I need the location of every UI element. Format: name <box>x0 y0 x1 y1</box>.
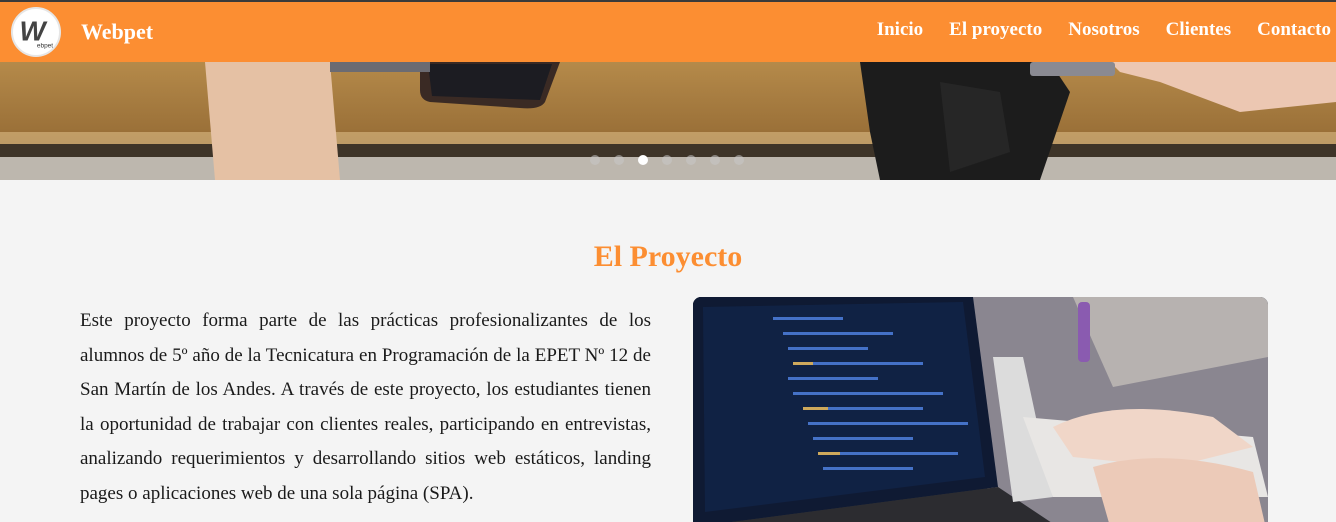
nav-link-clientes[interactable]: Clientes <box>1166 19 1231 41</box>
laptop-image <box>693 297 1268 522</box>
logo[interactable]: W ebpet <box>11 7 61 57</box>
top-border <box>0 0 1336 2</box>
nav-menu: Inicio El proyecto Nosotros Clientes Con… <box>877 19 1331 41</box>
logo-letter: W <box>19 15 48 46</box>
navbar: W ebpet Webpet Inicio El proyecto Nosotr… <box>0 2 1336 62</box>
brand-name[interactable]: Webpet <box>81 19 153 45</box>
carousel-dot[interactable] <box>686 155 696 165</box>
logo-icon: W ebpet <box>13 9 59 55</box>
nav-link-contacto[interactable]: Contacto <box>1257 19 1331 41</box>
carousel-indicators <box>590 155 744 165</box>
carousel-dot[interactable] <box>662 155 672 165</box>
project-photo <box>693 297 1268 522</box>
nav-link-el-proyecto[interactable]: El proyecto <box>949 19 1042 41</box>
carousel-dot[interactable] <box>734 155 744 165</box>
logo-subtext: ebpet <box>37 43 53 50</box>
carousel-dot-active[interactable] <box>638 155 648 165</box>
carousel-dot[interactable] <box>590 155 600 165</box>
nav-link-inicio[interactable]: Inicio <box>877 19 923 41</box>
carousel-dot[interactable] <box>710 155 720 165</box>
section-title: El Proyecto <box>593 240 743 273</box>
project-description: Este proyecto forma parte de las práctic… <box>80 310 651 504</box>
carousel-dot[interactable] <box>614 155 624 165</box>
nav-link-nosotros[interactable]: Nosotros <box>1068 19 1139 41</box>
